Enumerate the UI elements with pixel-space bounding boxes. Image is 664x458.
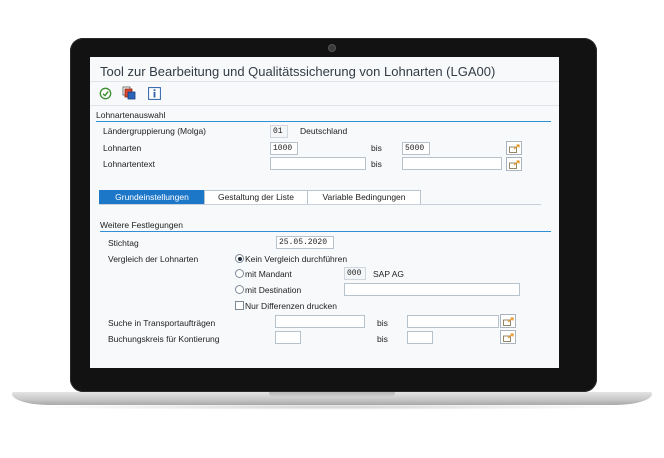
wage-types-from-field[interactable]: 1000: [270, 142, 298, 155]
company-code-bis-label: bis: [377, 334, 388, 344]
transport-from-field[interactable]: [275, 315, 365, 328]
tab-strip-divider: [99, 204, 541, 205]
differences-only-checkbox[interactable]: [235, 301, 244, 310]
differences-only-label: Nur Differenzen drucken: [245, 301, 337, 311]
transport-bis-label: bis: [377, 318, 388, 328]
wage-types-multiple-selection-button[interactable]: [506, 141, 522, 155]
section-title-further-settings: Weitere Festlegungen: [100, 220, 184, 230]
country-group-label: Ländergruppierung (Molga): [103, 126, 207, 136]
destination-field[interactable]: [344, 283, 520, 296]
compare-label: Vergleich der Lohnarten: [108, 254, 199, 264]
radio-with-destination[interactable]: [235, 285, 244, 294]
toolbar-divider: [90, 105, 559, 106]
laptop-notch: [269, 392, 395, 398]
radio-with-destination-label: mit Destination: [245, 285, 302, 295]
tab-variable-conditions[interactable]: Variable Bedingungen: [307, 190, 421, 205]
transport-multiple-selection-button[interactable]: [500, 314, 516, 328]
camera: [329, 45, 335, 51]
client-field[interactable]: 000: [344, 267, 366, 280]
wage-type-text-label: Lohnartentext: [103, 159, 155, 169]
multiple-selection-icon: [502, 332, 514, 342]
company-code-multiple-selection-button[interactable]: [500, 330, 516, 344]
wage-types-label: Lohnarten: [103, 143, 142, 153]
transport-to-field[interactable]: [407, 315, 499, 328]
radio-with-client[interactable]: [235, 269, 244, 278]
title-divider: [90, 81, 559, 82]
client-text: SAP AG: [373, 269, 405, 279]
tab-basic-settings[interactable]: Grundeinstellungen: [99, 190, 205, 205]
wage-type-text-from-field[interactable]: [270, 157, 366, 170]
wage-type-text-to-field[interactable]: [402, 157, 502, 170]
sap-screen: Tool zur Bearbeitung und Qualitätssicher…: [90, 57, 559, 368]
wage-types-to-field[interactable]: 5000: [402, 142, 430, 155]
wage-type-text-bis-label: bis: [371, 159, 382, 169]
key-date-field[interactable]: 25.05.2020: [276, 236, 334, 249]
transport-search-label: Suche in Transportaufträgen: [108, 318, 216, 328]
key-date-label: Stichtag: [108, 238, 139, 248]
section-rule-selection: [96, 121, 551, 122]
variant-icon[interactable]: [122, 86, 136, 100]
section-title-wage-type-selection: Lohnartenauswahl: [96, 110, 166, 120]
window-title: Tool zur Bearbeitung und Qualitätssicher…: [100, 64, 496, 79]
wage-type-text-multiple-selection-button[interactable]: [506, 157, 522, 171]
company-code-to-field[interactable]: [407, 331, 433, 344]
multiple-selection-icon: [502, 316, 514, 326]
radio-no-comparison-label: Kein Vergleich durchführen: [245, 254, 348, 264]
section-rule-settings: [100, 231, 551, 232]
radio-no-comparison[interactable]: [235, 254, 244, 263]
multiple-selection-icon: [508, 143, 520, 153]
country-group-text: Deutschland: [300, 126, 348, 136]
multiple-selection-icon: [508, 159, 520, 169]
country-group-field[interactable]: 01: [270, 125, 288, 138]
laptop-shadow: [30, 404, 634, 410]
company-code-from-field[interactable]: [275, 331, 301, 344]
wage-types-bis-label: bis: [371, 143, 382, 153]
tab-list-layout[interactable]: Gestaltung der Liste: [204, 190, 308, 205]
company-code-label: Buchungskreis für Kontierung: [108, 334, 220, 344]
radio-with-client-label: mit Mandant: [245, 269, 292, 279]
execute-icon[interactable]: [98, 86, 112, 100]
info-icon[interactable]: [147, 86, 161, 100]
